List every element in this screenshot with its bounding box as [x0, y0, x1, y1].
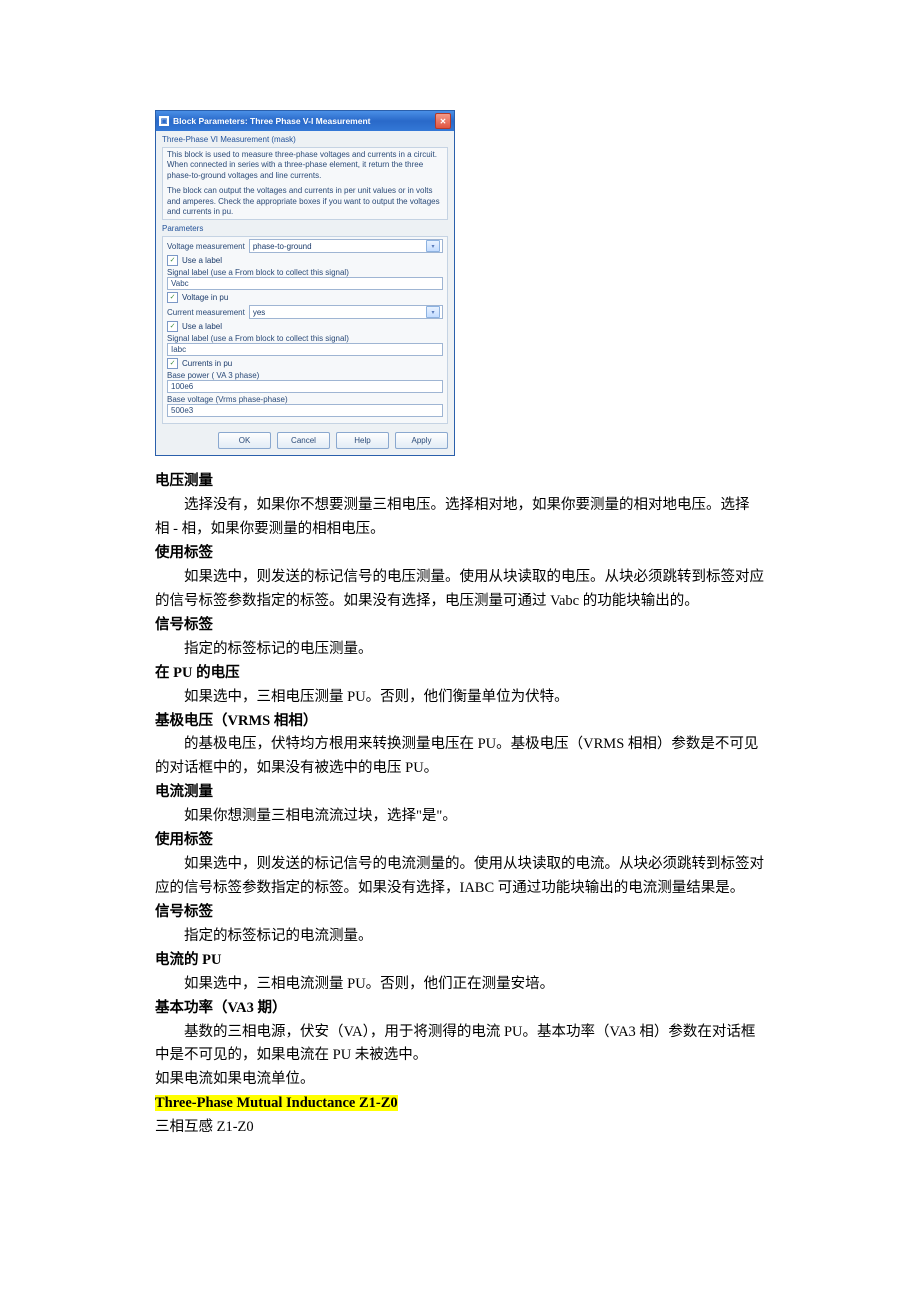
- chevron-down-icon: ▾: [426, 306, 440, 318]
- paragraph: 基数的三相电源，伏安（VA），用于将测得的电流 PU。基本功率（VA3 相）参数…: [155, 1021, 765, 1069]
- paragraph: 如果选中，则发送的标记信号的电压测量。使用从块读取的电压。从块必须跳转到标签对应…: [155, 566, 765, 614]
- cancel-button[interactable]: Cancel: [277, 432, 330, 449]
- chevron-down-icon: ▾: [426, 240, 440, 252]
- parameters-panel: Voltage measurement phase-to-ground ▾ ✓ …: [162, 236, 448, 424]
- use-label-text-2: Use a label: [182, 322, 222, 331]
- voltage-in-pu-checkbox[interactable]: ✓ Voltage in pu: [167, 292, 443, 303]
- title-bar[interactable]: ▣ Block Parameters: Three Phase V-I Meas…: [156, 111, 454, 131]
- document-body: 电压测量 选择没有，如果你不想要测量三相电压。选择相对地，如果你要测量的相对地电…: [155, 470, 765, 1140]
- voltage-measurement-value: phase-to-ground: [253, 242, 312, 251]
- heading-use-label: 使用标签: [155, 542, 765, 566]
- current-measurement-select[interactable]: yes ▾: [249, 305, 443, 319]
- close-icon[interactable]: ✕: [435, 113, 451, 129]
- ok-button[interactable]: OK: [218, 432, 271, 449]
- base-voltage-input[interactable]: 500e3: [167, 404, 443, 417]
- base-power-value: 100e6: [171, 382, 193, 391]
- paragraph: 如果电流如果电流单位。: [155, 1068, 765, 1092]
- paragraph: 指定的标签标记的电流测量。: [155, 925, 765, 949]
- currents-in-pu-checkbox[interactable]: ✓ Currents in pu: [167, 358, 443, 369]
- help-button[interactable]: Help: [336, 432, 389, 449]
- paragraph: 如果选中，则发送的标记信号的电流测量的。使用从块读取的电流。从块必须跳转到标签对…: [155, 853, 765, 901]
- checkbox-checked-icon: ✓: [167, 358, 178, 369]
- signal-label-input-1[interactable]: Vabc: [167, 277, 443, 290]
- signal-label-title-1: Signal label (use a From block to collec…: [167, 268, 443, 277]
- apply-button[interactable]: Apply: [395, 432, 448, 449]
- signal-label-value-1: Vabc: [171, 279, 189, 288]
- parameters-label: Parameters: [156, 220, 454, 235]
- paragraph: 如果你想测量三相电流流过块，选择"是"。: [155, 805, 765, 829]
- heading-base-voltage: 基极电压（VRMS 相相）: [155, 710, 765, 734]
- use-label-checkbox-1[interactable]: ✓ Use a label: [167, 255, 443, 266]
- heading-current-measurement: 电流测量: [155, 781, 765, 805]
- checkbox-checked-icon: ✓: [167, 321, 178, 332]
- signal-label-title-2: Signal label (use a From block to collec…: [167, 334, 443, 343]
- heading-current-pu: 电流的 PU: [155, 949, 765, 973]
- currents-in-pu-label: Currents in pu: [182, 359, 232, 368]
- heading-signal-label: 信号标签: [155, 614, 765, 638]
- heading-use-label-2: 使用标签: [155, 829, 765, 853]
- base-voltage-label: Base voltage (Vrms phase-phase): [167, 395, 443, 404]
- voltage-measurement-select[interactable]: phase-to-ground ▾: [249, 239, 443, 253]
- paragraph: 指定的标签标记的电压测量。: [155, 638, 765, 662]
- paragraph: 选择没有，如果你不想要测量三相电压。选择相对地，如果你要测量的相对地电压。选择 …: [155, 494, 765, 542]
- use-label-checkbox-2[interactable]: ✓ Use a label: [167, 321, 443, 332]
- window-title: Block Parameters: Three Phase V-I Measur…: [173, 116, 370, 126]
- paragraph: 三相互感 Z1-Z0: [155, 1116, 765, 1140]
- heading-voltage-measurement: 电压测量: [155, 470, 765, 494]
- button-row: OK Cancel Help Apply: [156, 428, 454, 455]
- current-measurement-value: yes: [253, 308, 265, 317]
- signal-label-input-2[interactable]: Iabc: [167, 343, 443, 356]
- heading-voltage-pu: 在 PU 的电压: [155, 662, 765, 686]
- paragraph: 的基极电压，伏特均方根用来转换测量电压在 PU。基极电压（VRMS 相相）参数是…: [155, 733, 765, 781]
- voltage-in-pu-label: Voltage in pu: [182, 293, 228, 302]
- checkbox-checked-icon: ✓: [167, 292, 178, 303]
- paragraph: 如果选中，三相电流测量 PU。否则，他们正在测量安培。: [155, 973, 765, 997]
- current-measurement-label: Current measurement: [167, 308, 245, 317]
- voltage-measurement-label: Voltage measurement: [167, 242, 245, 251]
- mask-label: Three-Phase VI Measurement (mask): [156, 131, 454, 146]
- description-box: This block is used to measure three-phas…: [162, 147, 448, 220]
- use-label-text-1: Use a label: [182, 256, 222, 265]
- block-parameters-dialog: ▣ Block Parameters: Three Phase V-I Meas…: [155, 110, 455, 456]
- heading-signal-label-2: 信号标签: [155, 901, 765, 925]
- description-text-1: This block is used to measure three-phas…: [167, 150, 443, 181]
- base-power-label: Base power ( VA 3 phase): [167, 371, 443, 380]
- base-power-input[interactable]: 100e6: [167, 380, 443, 393]
- heading-base-power: 基本功率（VA3 期）: [155, 997, 765, 1021]
- highlighted-title: Three-Phase Mutual Inductance Z1-Z0: [155, 1095, 398, 1111]
- paragraph: 如果选中，三相电压测量 PU。否则，他们衡量单位为伏特。: [155, 686, 765, 710]
- base-voltage-value: 500e3: [171, 406, 193, 415]
- checkbox-checked-icon: ✓: [167, 255, 178, 266]
- signal-label-value-2: Iabc: [171, 345, 186, 354]
- description-text-2: The block can output the voltages and cu…: [167, 186, 443, 217]
- app-icon: ▣: [159, 116, 169, 126]
